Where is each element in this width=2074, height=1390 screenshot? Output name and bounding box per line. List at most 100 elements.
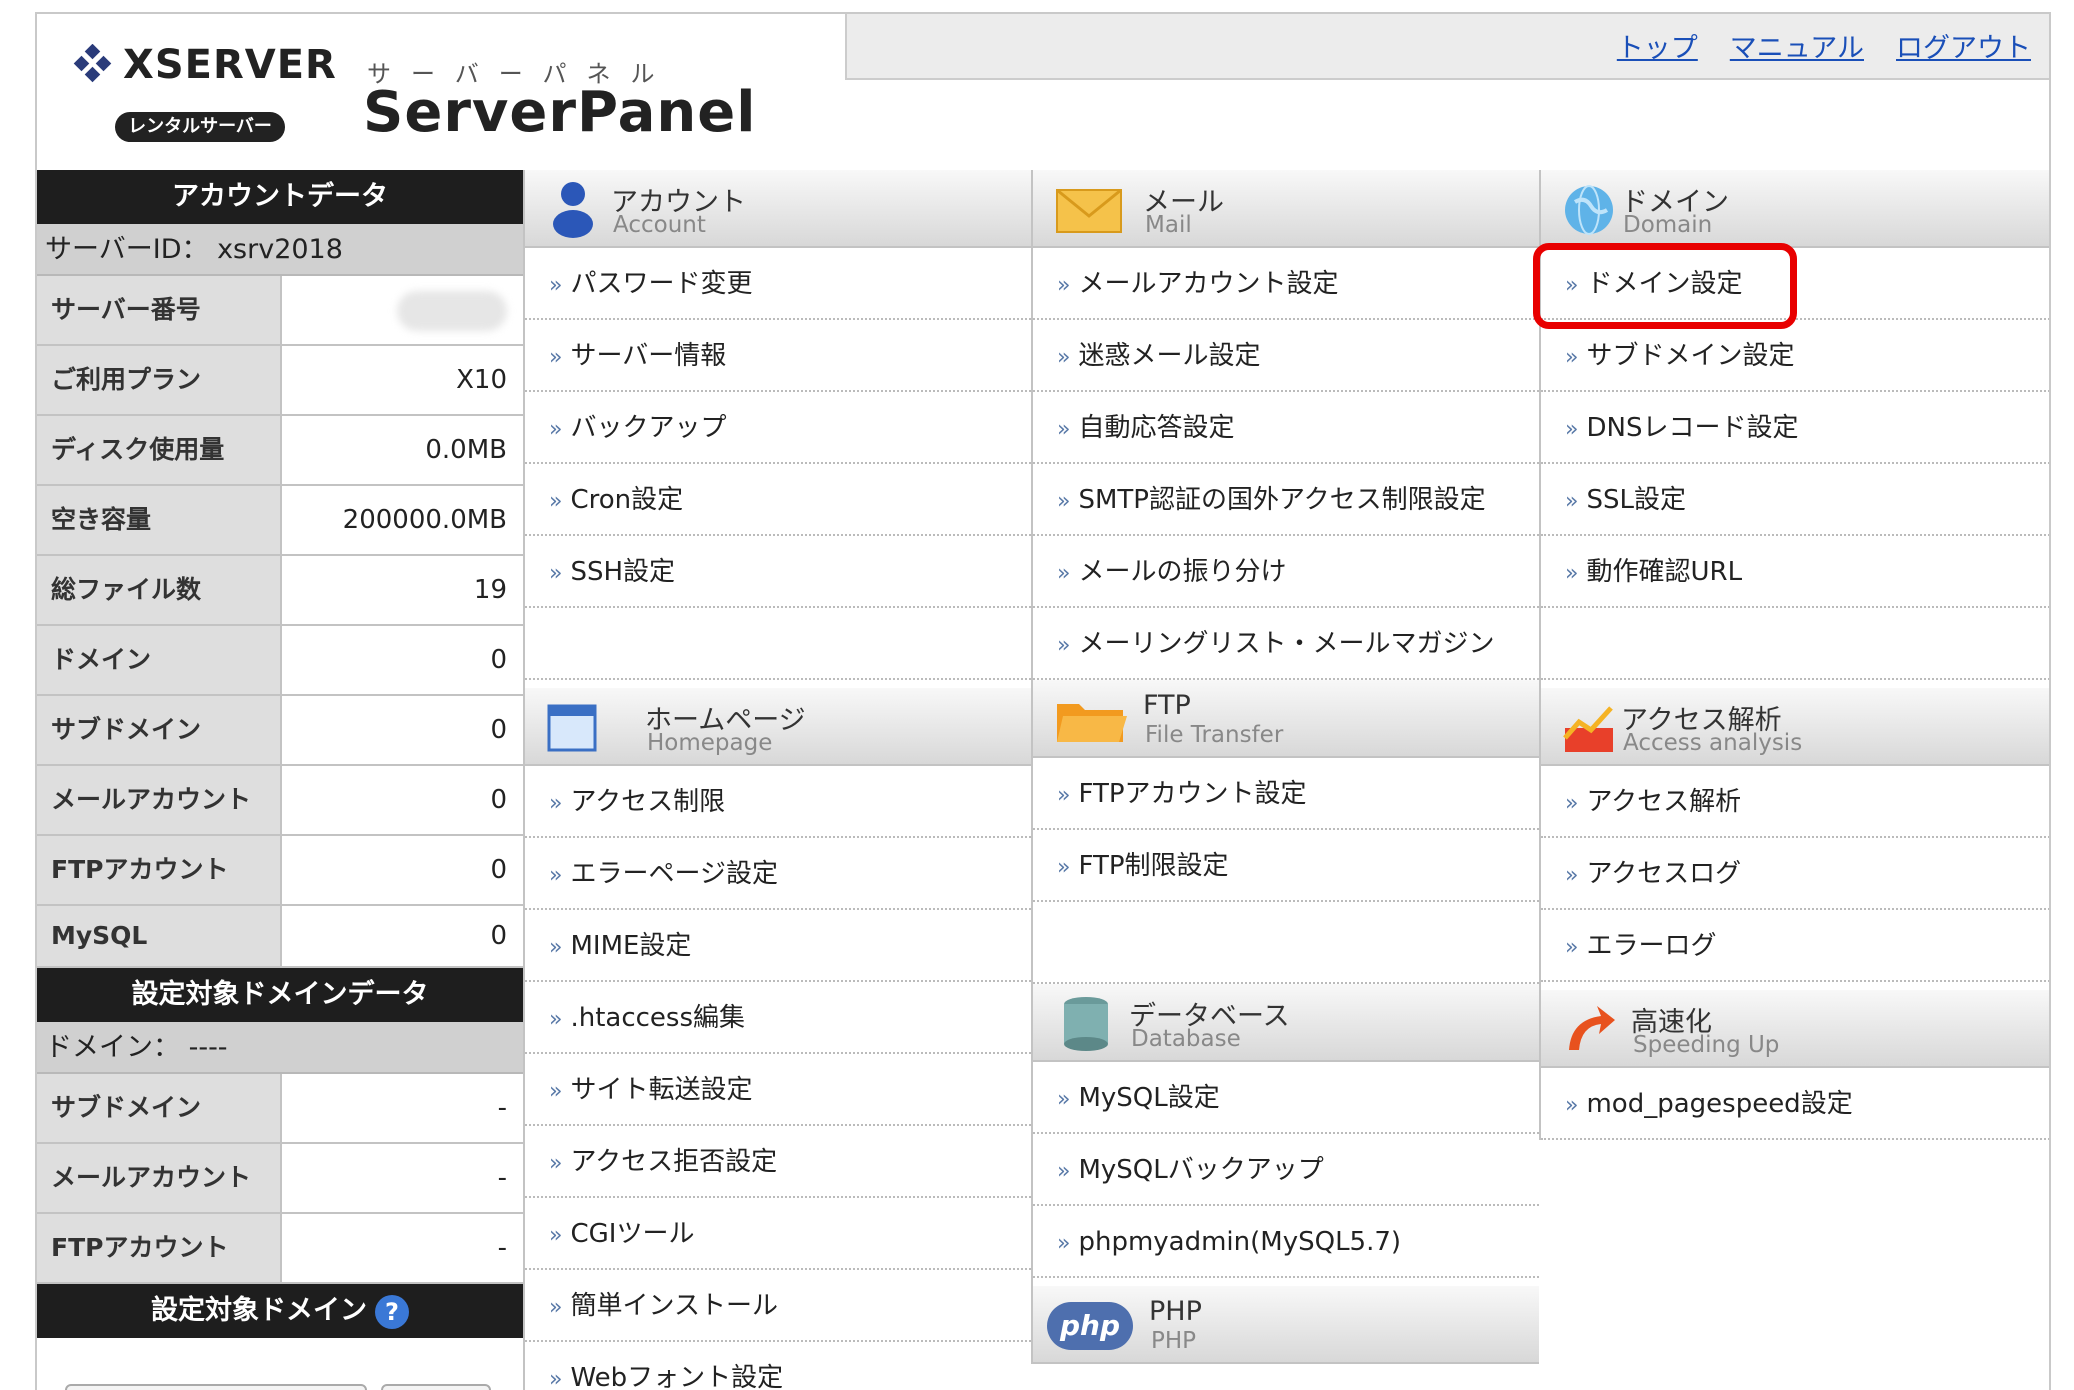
arrow-icon: » bbox=[1565, 417, 1579, 442]
row-label: ドメイン bbox=[37, 626, 282, 694]
row-value: 0 bbox=[282, 766, 523, 834]
target-domain-button[interactable] bbox=[381, 1384, 491, 1390]
item-label: サーバー情報 bbox=[570, 341, 727, 371]
arrow-icon: » bbox=[1057, 561, 1071, 586]
menu-item-ftp-restriction[interactable]: » FTP制限設定 bbox=[1033, 830, 1539, 902]
arrow-icon: » bbox=[1057, 633, 1071, 658]
menu-item-mail-account[interactable]: » メールアカウント設定 bbox=[1033, 248, 1539, 320]
menu-item-access-log[interactable]: » アクセスログ bbox=[1541, 838, 2049, 910]
menu-item-test-url[interactable]: » 動作確認URL bbox=[1541, 536, 2049, 608]
row-label: メールアカウント bbox=[37, 766, 282, 834]
logo-text: XSERVER bbox=[123, 42, 337, 88]
section-subtitle: Access analysis bbox=[1623, 730, 1803, 756]
row-value: - bbox=[282, 1214, 523, 1282]
menu-item-ftp-account[interactable]: » FTPアカウント設定 bbox=[1033, 758, 1539, 830]
section-ftp: FTP File Transfer » FTPアカウント設定 » FTP制限設定 bbox=[1033, 680, 1539, 984]
row-label: ディスク使用量 bbox=[37, 416, 282, 484]
arrow-icon: » bbox=[549, 791, 563, 816]
empty-row bbox=[1033, 902, 1539, 984]
section-subtitle: Homepage bbox=[647, 730, 773, 756]
row-label: メールアカウント bbox=[37, 1144, 282, 1212]
section-subtitle: Domain bbox=[1623, 212, 1713, 238]
item-label: バックアップ bbox=[570, 413, 727, 443]
menu-item-mime[interactable]: » MIME設定 bbox=[525, 910, 1031, 982]
row-label: ご利用プラン bbox=[37, 346, 282, 414]
row-value: 200000.0MB bbox=[282, 486, 523, 554]
row-value: X10 bbox=[282, 346, 523, 414]
menu-item-error-log[interactable]: » エラーログ bbox=[1541, 910, 2049, 982]
item-label: パスワード変更 bbox=[570, 269, 753, 299]
target-domain-select[interactable] bbox=[65, 1384, 367, 1390]
menu-item-spam[interactable]: » 迷惑メール設定 bbox=[1033, 320, 1539, 392]
menu-item-access-restriction[interactable]: » アクセス制限 bbox=[525, 766, 1031, 838]
item-label: Webフォント設定 bbox=[570, 1363, 784, 1390]
row-value bbox=[282, 276, 523, 344]
row-label: サブドメイン bbox=[37, 1074, 282, 1142]
section-account: アカウント Account » パスワード変更 » サーバー情報 » バックアップ »… bbox=[525, 170, 1031, 680]
arrow-icon: » bbox=[549, 863, 563, 888]
nav-logout-link[interactable]: ログアウト bbox=[1896, 26, 2031, 65]
menu-item-dns[interactable]: » DNSレコード設定 bbox=[1541, 392, 2049, 464]
section-header: 高速化 Speeding Up bbox=[1541, 990, 2049, 1068]
menu-item-subdomain[interactable]: » サブドメイン設定 bbox=[1541, 320, 2049, 392]
menu-item-mysql-backup[interactable]: » MySQLバックアップ bbox=[1033, 1134, 1539, 1206]
menu-item-phpmyadmin[interactable]: » phpmyadmin(MySQL5.7) bbox=[1033, 1206, 1539, 1278]
section-access-analysis: アクセス解析 Access analysis » アクセス解析 » アクセスログ »… bbox=[1541, 688, 2049, 982]
menu-item-backup[interactable]: » バックアップ bbox=[525, 392, 1031, 464]
menu-item-cron[interactable]: » Cron設定 bbox=[525, 464, 1031, 536]
menu-item-mail-filter[interactable]: » メールの振り分け bbox=[1033, 536, 1539, 608]
account-row: ご利用プラン X10 bbox=[37, 346, 523, 416]
arrow-icon: » bbox=[1565, 345, 1579, 370]
menu-item-mailing-list[interactable]: » メーリングリスト・メールマガジン bbox=[1033, 608, 1539, 680]
menu-item-cgi-tools[interactable]: » CGIツール bbox=[525, 1198, 1031, 1270]
account-row: MySQL 0 bbox=[37, 906, 523, 968]
menu-item-auto-reply[interactable]: » 自動応答設定 bbox=[1033, 392, 1539, 464]
menu-item-mysql[interactable]: » MySQL設定 bbox=[1033, 1062, 1539, 1134]
menu-item-error-page[interactable]: » エラーページ設定 bbox=[525, 838, 1031, 910]
row-value: - bbox=[282, 1144, 523, 1212]
empty-row bbox=[1541, 608, 2049, 680]
menu-item-server-info[interactable]: » サーバー情報 bbox=[525, 320, 1031, 392]
arrow-icon: » bbox=[549, 1295, 563, 1320]
section-title: PHP bbox=[1149, 1296, 1202, 1327]
section-header: FTP File Transfer bbox=[1033, 680, 1539, 758]
domain-row: メールアカウント - bbox=[37, 1144, 523, 1214]
nav-top-link[interactable]: トップ bbox=[1617, 26, 1698, 65]
item-label: 自動応答設定 bbox=[1078, 413, 1235, 443]
spacer bbox=[1541, 982, 2049, 990]
highlight-domain-settings bbox=[1533, 243, 1797, 329]
section-subtitle: PHP bbox=[1151, 1328, 1197, 1354]
section-subtitle: File Transfer bbox=[1145, 722, 1284, 748]
item-label: CGIツール bbox=[570, 1219, 695, 1249]
item-label: 迷惑メール設定 bbox=[1078, 341, 1261, 371]
item-label: SMTP認証の国外アクセス制限設定 bbox=[1078, 485, 1486, 515]
menu-item-easy-install[interactable]: » 簡単インストール bbox=[525, 1270, 1031, 1342]
item-label: MIME設定 bbox=[570, 931, 692, 961]
row-value: 0 bbox=[282, 626, 523, 694]
menu-item-web-font[interactable]: » Webフォント設定 bbox=[525, 1342, 1031, 1390]
nav-manual-link[interactable]: マニュアル bbox=[1730, 26, 1864, 65]
menu-item-htaccess[interactable]: » .htaccess編集 bbox=[525, 982, 1031, 1054]
section-database: データベース Database » MySQL設定 » MySQLバックアップ » p… bbox=[1033, 984, 1539, 1278]
section-php: php PHP PHP bbox=[1033, 1286, 1539, 1364]
arrow-icon: » bbox=[1057, 489, 1071, 514]
row-label: MySQL bbox=[37, 906, 282, 966]
menu-item-mod-pagespeed[interactable]: » mod_pagespeed設定 bbox=[1541, 1068, 2049, 1140]
item-label: アクセスログ bbox=[1586, 859, 1742, 889]
section-mail: メール Mail » メールアカウント設定 » 迷惑メール設定 » 自動応答設定 » S… bbox=[1033, 170, 1539, 680]
row-value: 0 bbox=[282, 696, 523, 764]
item-label: Cron設定 bbox=[570, 485, 684, 515]
arrow-icon: » bbox=[1565, 791, 1579, 816]
menu-item-password[interactable]: » パスワード変更 bbox=[525, 248, 1031, 320]
help-icon[interactable]: ? bbox=[375, 1294, 409, 1329]
menu-item-ssl[interactable]: » SSL設定 bbox=[1541, 464, 2049, 536]
menu-item-smtp-restriction[interactable]: » SMTP認証の国外アクセス制限設定 bbox=[1033, 464, 1539, 536]
menu-item-access-deny[interactable]: » アクセス拒否設定 bbox=[525, 1126, 1031, 1198]
row-label: FTPアカウント bbox=[37, 1214, 282, 1282]
item-label: phpmyadmin(MySQL5.7) bbox=[1078, 1227, 1402, 1257]
item-label: メーリングリスト・メールマガジン bbox=[1078, 629, 1495, 659]
menu-item-redirect[interactable]: » サイト転送設定 bbox=[525, 1054, 1031, 1126]
menu-item-access-analysis[interactable]: » アクセス解析 bbox=[1541, 766, 2049, 838]
menu-item-ssh[interactable]: » SSH設定 bbox=[525, 536, 1031, 608]
sidebar: アカウントデータ サーバーID： xsrv2018 サーバー番号 ご利用プラン X… bbox=[37, 170, 523, 1390]
